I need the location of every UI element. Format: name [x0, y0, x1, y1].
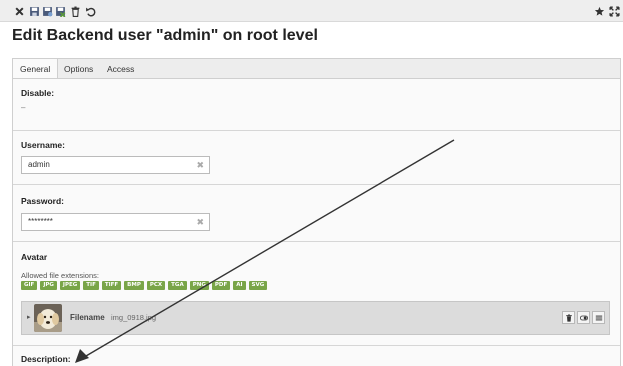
password-section: Password: ******** ✖ — [13, 185, 620, 242]
username-section: Username: admin ✖ — [13, 131, 620, 185]
save-and-close-icon[interactable] — [54, 5, 66, 17]
description-label: Description: — [21, 354, 71, 364]
username-label: Username: — [21, 140, 65, 150]
bookmark-star-icon[interactable] — [593, 5, 605, 17]
avatar-label: Avatar — [21, 252, 48, 262]
file-actions — [562, 311, 605, 324]
avatar-thumbnail[interactable] — [34, 304, 62, 332]
delete-icon[interactable] — [69, 5, 81, 17]
extension-badge: PDF — [211, 281, 231, 290]
tab-options[interactable]: Options — [57, 59, 100, 79]
docheader-toolbar — [0, 0, 623, 22]
disable-section: Disable: – — [13, 79, 620, 131]
toggle-visibility-button[interactable] — [577, 311, 590, 324]
extension-badge: TIFF — [101, 281, 122, 290]
extension-badge: TGA — [168, 281, 187, 290]
extension-badge: GIF — [21, 281, 38, 290]
disable-value[interactable]: – — [21, 103, 25, 112]
extension-badge: AI — [233, 281, 246, 290]
toggle-icon — [579, 315, 588, 320]
tab-general[interactable]: General — [13, 59, 59, 80]
extension-badge: PCX — [146, 281, 166, 290]
page-title: Edit Backend user "admin" on root level — [12, 27, 318, 44]
extension-badge: TIF — [83, 281, 99, 290]
extension-badge: BMP — [124, 281, 144, 290]
filename-label: Filename — [70, 313, 105, 322]
drag-handle-button[interactable] — [592, 311, 605, 324]
extension-badges: GIF JPG JPEG TIF TIFF BMP PCX TGA PNG PD… — [21, 281, 268, 290]
expand-caret-icon[interactable]: ▸ — [27, 313, 31, 321]
extension-badge: JPG — [40, 281, 57, 290]
filename-value: img_0918.jpg — [111, 313, 157, 322]
extension-badge: PNG — [189, 281, 209, 290]
file-reference-row[interactable]: ▸ Filename img_0918.jpg — [21, 301, 610, 335]
undo-icon[interactable] — [84, 5, 96, 17]
fullscreen-icon[interactable] — [608, 5, 620, 17]
username-field[interactable]: admin ✖ — [21, 156, 210, 174]
avatar-section: Avatar Allowed file extensions: GIF JPG … — [13, 242, 620, 346]
clear-icon[interactable]: ✖ — [196, 157, 204, 173]
allowed-extensions-caption: Allowed file extensions: — [21, 271, 99, 280]
extension-badge: JPEG — [59, 281, 81, 290]
delete-file-button[interactable] — [562, 311, 575, 324]
password-value: ******** — [28, 217, 53, 226]
username-value: admin — [28, 160, 50, 169]
save-and-view-icon[interactable] — [41, 5, 53, 17]
clear-icon[interactable]: ✖ — [196, 214, 204, 230]
password-label: Password: — [21, 196, 64, 206]
trash-icon — [565, 313, 572, 322]
description-section: Description: — [13, 346, 620, 366]
disable-label: Disable: — [21, 88, 55, 98]
close-icon[interactable] — [13, 5, 25, 17]
tab-access[interactable]: Access — [100, 59, 141, 79]
password-field[interactable]: ******** ✖ — [21, 213, 210, 231]
save-icon[interactable] — [28, 5, 40, 17]
tab-bar: General Options Access — [12, 58, 621, 80]
extension-badge: SVG — [248, 281, 268, 290]
form-panel: Disable: – Username: admin ✖ Password: *… — [12, 78, 621, 366]
menu-icon — [595, 315, 602, 320]
